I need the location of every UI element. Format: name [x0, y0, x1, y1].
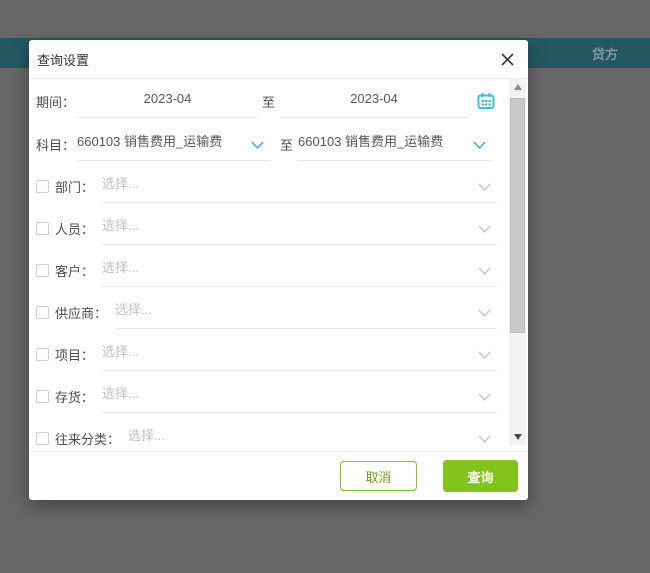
filter-row-contact-category: 往来分类： 选择...: [29, 417, 509, 445]
subject-to-value: 660103 销售费用_运输费: [298, 134, 444, 149]
cancel-button[interactable]: 取消: [340, 461, 417, 491]
supplier-checkbox[interactable]: [36, 305, 49, 319]
filter-row-personnel: 人员： 选择...: [29, 207, 509, 249]
subject-from-select[interactable]: 660103 销售费用_运输费: [77, 127, 271, 161]
period-to-value: 2023-04: [350, 91, 398, 106]
filter-row-customer: 客户： 选择...: [29, 249, 509, 291]
customer-placeholder: 选择...: [102, 260, 139, 275]
subject-from-value: 660103 销售费用_运输费: [77, 134, 223, 149]
customer-select[interactable]: 选择...: [102, 253, 497, 287]
scrollbar-down-icon[interactable]: [509, 429, 526, 445]
personnel-placeholder: 选择...: [102, 218, 139, 233]
query-settings-dialog: 查询设置 期间： 2023-04 至 2023-04 科目： 660103 销售…: [29, 40, 528, 500]
inventory-checkbox[interactable]: [36, 389, 49, 403]
period-row: 期间： 2023-04 至 2023-04: [29, 79, 509, 123]
chevron-down-icon[interactable]: [478, 263, 491, 276]
period-to-field[interactable]: 2023-04: [280, 84, 469, 118]
personnel-checkbox[interactable]: [36, 221, 49, 235]
department-checkbox[interactable]: [36, 179, 49, 193]
contact-category-checkbox[interactable]: [36, 431, 49, 445]
dialog-header: 查询设置: [29, 40, 528, 79]
filter-row-project: 项目： 选择...: [29, 333, 509, 375]
calendar-icon[interactable]: [477, 92, 495, 110]
customer-checkbox[interactable]: [36, 263, 49, 277]
credit-column-label: 贷方: [591, 46, 618, 62]
period-to-word: 至: [262, 94, 276, 110]
contact-category-placeholder: 选择...: [128, 428, 165, 443]
chevron-down-icon[interactable]: [478, 305, 491, 318]
filter-row-department: 部门： 选择...: [29, 165, 509, 207]
chevron-down-icon[interactable]: [478, 179, 491, 192]
chevron-down-icon[interactable]: [478, 431, 491, 444]
project-placeholder: 选择...: [102, 344, 139, 359]
period-from-value: 2023-04: [143, 91, 192, 106]
contact-category-select[interactable]: 选择...: [128, 421, 497, 445]
subject-label: 科目：: [36, 137, 76, 153]
subject-to-select[interactable]: 660103 销售费用_运输费: [298, 127, 493, 161]
query-button[interactable]: 查询: [443, 460, 518, 492]
subject-to-word: 至: [280, 137, 294, 153]
filter-row-inventory: 存货： 选择...: [29, 375, 509, 417]
inventory-select[interactable]: 选择...: [102, 379, 497, 413]
chevron-down-icon[interactable]: [478, 347, 491, 360]
dialog-scrollbar[interactable]: [509, 79, 526, 445]
personnel-label: 人员：: [55, 221, 95, 237]
inventory-label: 存货：: [55, 389, 95, 405]
project-select[interactable]: 选择...: [102, 337, 497, 371]
period-label: 期间：: [36, 94, 76, 110]
customer-label: 客户：: [55, 263, 95, 279]
department-select[interactable]: 选择...: [102, 169, 497, 203]
department-placeholder: 选择...: [102, 176, 139, 191]
chevron-down-icon[interactable]: [251, 137, 264, 150]
period-from-field[interactable]: 2023-04: [77, 84, 259, 118]
dialog-title: 查询设置: [37, 52, 90, 68]
subject-row: 科目： 660103 销售费用_运输费 至 660103 销售费用_运输费: [29, 123, 509, 165]
dialog-footer: 取消 查询: [29, 451, 528, 500]
inventory-placeholder: 选择...: [102, 386, 139, 401]
supplier-placeholder: 选择...: [115, 302, 152, 317]
chevron-down-icon[interactable]: [473, 137, 486, 150]
dialog-scroll-body: 期间： 2023-04 至 2023-04 科目： 660103 销售费用_运输…: [29, 79, 509, 445]
close-icon[interactable]: [496, 48, 518, 70]
filter-row-supplier: 供应商： 选择...: [29, 291, 509, 333]
personnel-select[interactable]: 选择...: [102, 211, 497, 245]
scrollbar-thumb[interactable]: [510, 98, 525, 333]
project-checkbox[interactable]: [36, 347, 49, 361]
chevron-down-icon[interactable]: [478, 389, 491, 402]
supplier-label: 供应商：: [55, 305, 108, 321]
chevron-down-icon[interactable]: [478, 221, 491, 234]
project-label: 项目：: [55, 347, 95, 363]
supplier-select[interactable]: 选择...: [115, 295, 497, 329]
department-label: 部门：: [55, 179, 95, 195]
contact-category-label: 往来分类：: [55, 431, 121, 446]
scrollbar-up-icon[interactable]: [509, 79, 526, 95]
